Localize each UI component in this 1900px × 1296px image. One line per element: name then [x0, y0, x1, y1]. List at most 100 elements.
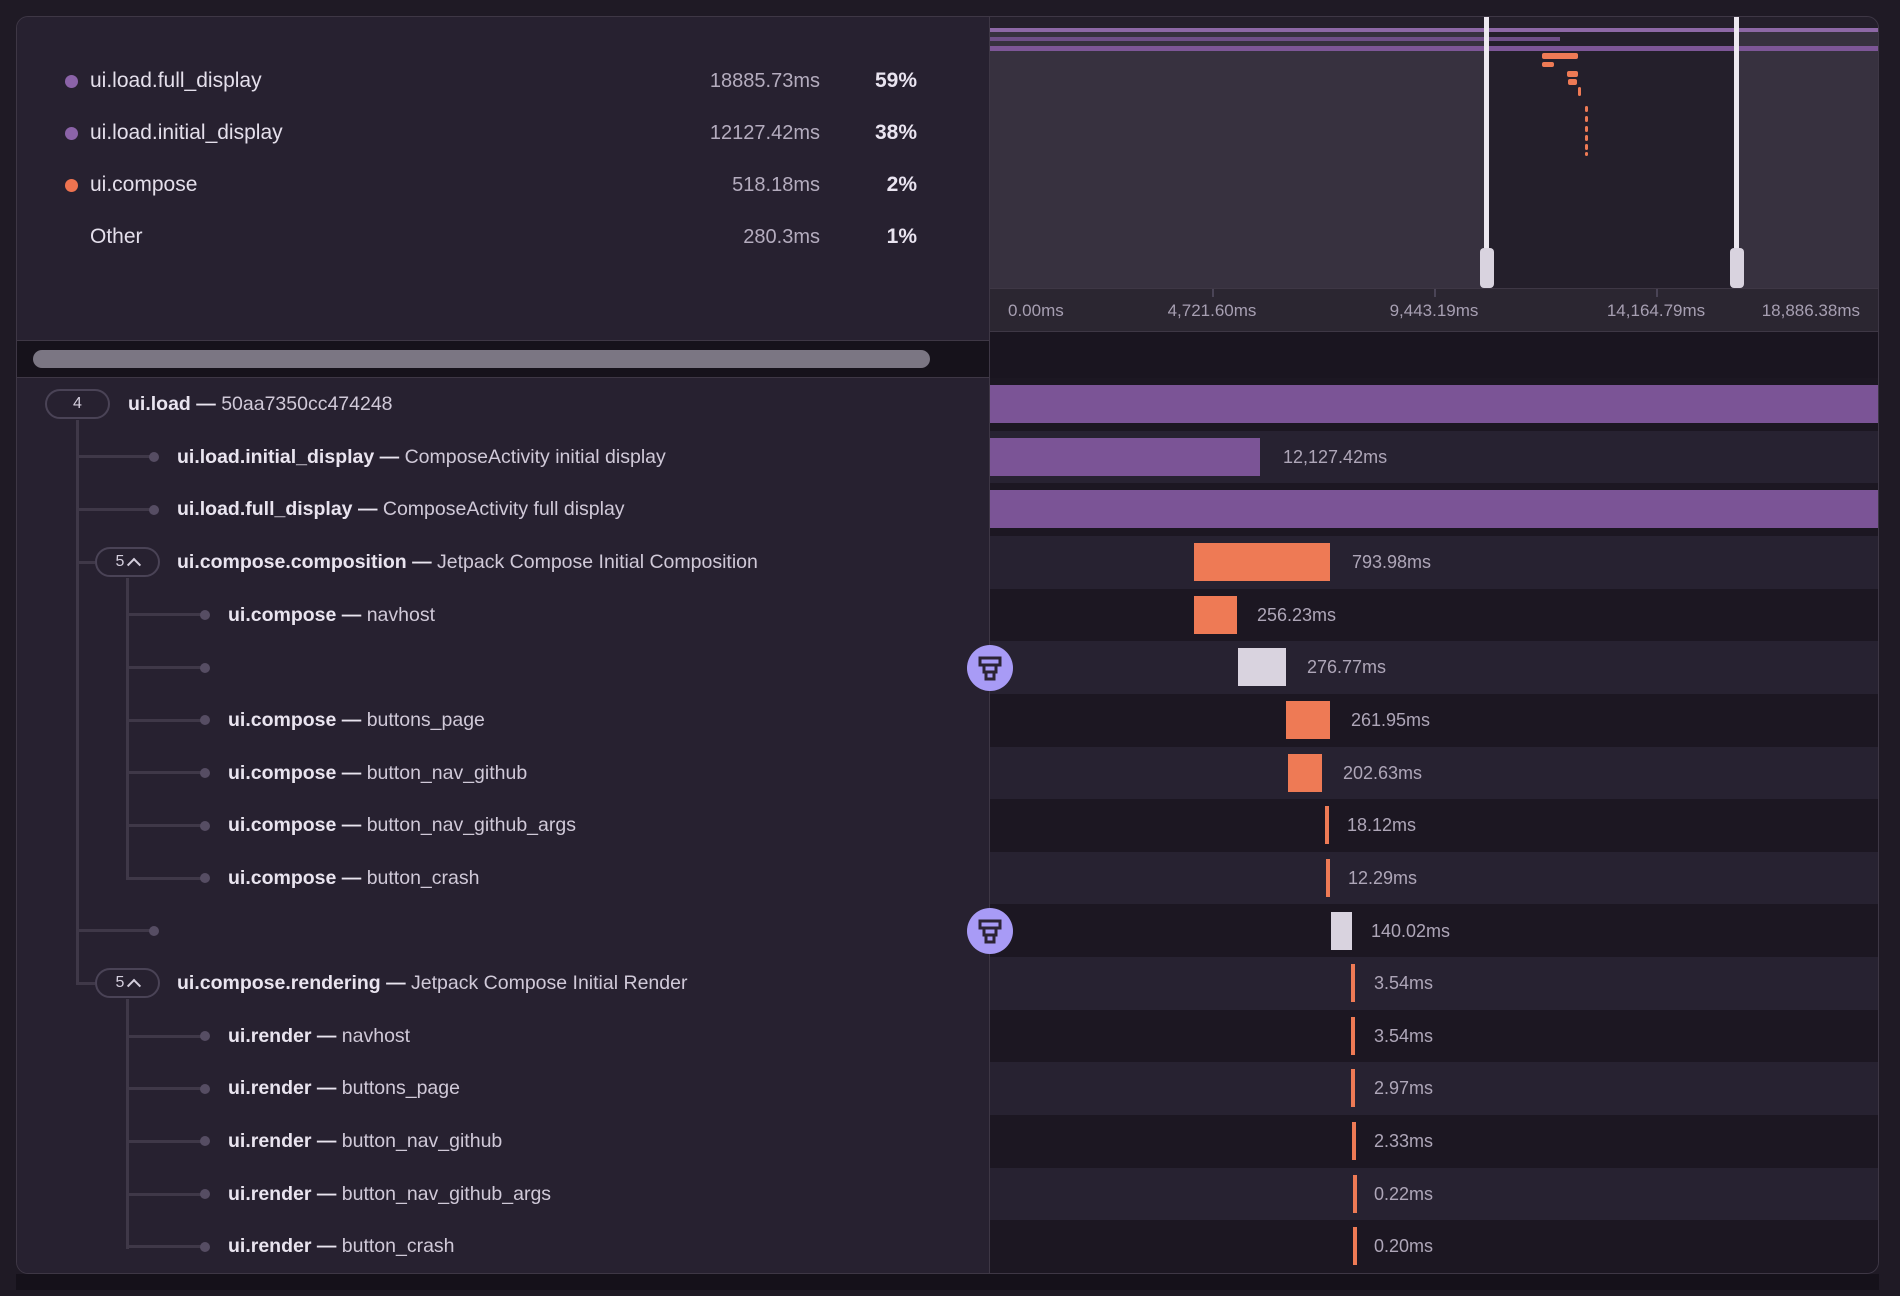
- tree-row[interactable]: 5ui.compose.rendering — Jetpack Compose …: [17, 957, 989, 1010]
- span-bar[interactable]: [1286, 701, 1330, 739]
- waterfall-row[interactable]: 0.22ms: [990, 1168, 1878, 1221]
- tree-node-dot: [200, 610, 210, 620]
- span-bar[interactable]: [1352, 1122, 1356, 1160]
- legend-item-label: ui.load.initial_display: [90, 107, 283, 159]
- span-description: button_nav_github_args: [342, 1183, 551, 1205]
- profile-icon-button[interactable]: [967, 908, 1013, 954]
- tree-connector-vertical: [76, 420, 79, 985]
- span-op: ui.load: [128, 393, 191, 415]
- span-tree-panel: 4ui.load — 50aa7350cc474248ui.load.initi…: [17, 378, 989, 1273]
- span-op: ui.compose: [228, 814, 336, 836]
- span-op: ui.compose: [228, 604, 336, 626]
- waterfall-row[interactable]: 2.33ms: [990, 1115, 1878, 1168]
- span-count: 5: [116, 974, 125, 992]
- viewport-handle-left-grip[interactable]: [1480, 248, 1494, 288]
- span-op: ui.render: [228, 1235, 311, 1257]
- waterfall-row[interactable]: 256.23ms: [990, 589, 1878, 642]
- dash-separator: —: [311, 1077, 341, 1099]
- tree-row[interactable]: 4ui.load — 50aa7350cc474248: [17, 378, 989, 431]
- waterfall-row[interactable]: 261.95ms: [990, 694, 1878, 747]
- horizontal-scrollbar[interactable]: [17, 340, 990, 378]
- span-duration-label: 3.54ms: [1374, 957, 1433, 1010]
- waterfall-row[interactable]: 3.54ms: [990, 957, 1878, 1010]
- legend-item-value: 12127.42ms: [710, 107, 820, 159]
- tree-connector: [127, 719, 201, 722]
- span-title: ui.load.full_display — ComposeActivity f…: [177, 483, 625, 536]
- span-bar[interactable]: [1326, 859, 1330, 897]
- span-bar[interactable]: [990, 385, 1878, 423]
- axis-label: 14,164.79ms: [1607, 289, 1705, 333]
- legend-item-percent: 2%: [887, 159, 917, 211]
- tree-row[interactable]: 5ui.compose.composition — Jetpack Compos…: [17, 536, 989, 589]
- legend-dot: [65, 75, 78, 88]
- span-title: ui.render — button_nav_github_args: [228, 1168, 551, 1221]
- span-description: ComposeActivity full display: [383, 498, 625, 520]
- minimap-cascade-bar: [1585, 152, 1588, 156]
- minimap-cascade-bar: [1585, 126, 1588, 132]
- scrollbar-thumb[interactable]: [33, 350, 930, 368]
- span-duration-label: 140.02ms: [1371, 905, 1450, 958]
- tree-node-dot: [200, 768, 210, 778]
- tree-connector: [77, 455, 150, 458]
- dash-separator: —: [353, 498, 383, 520]
- span-count-badge[interactable]: 4: [45, 389, 110, 419]
- minimap-cascade-bar: [1585, 144, 1588, 150]
- span-bar[interactable]: [1194, 543, 1330, 581]
- span-bar[interactable]: [1351, 1017, 1355, 1055]
- waterfall-row[interactable]: 18.12ms: [990, 799, 1878, 852]
- profile-icon-button[interactable]: [967, 645, 1013, 691]
- dash-separator: —: [311, 1235, 341, 1257]
- legend-dot: [65, 179, 78, 192]
- waterfall-row[interactable]: 12,127.42ms: [990, 431, 1878, 484]
- span-bar[interactable]: [1351, 964, 1355, 1002]
- waterfall-row[interactable]: 3.54ms: [990, 1010, 1878, 1063]
- waterfall-row[interactable]: 202.63ms: [990, 747, 1878, 800]
- tree-connector: [127, 771, 201, 774]
- axis-label: 0.00ms: [1008, 289, 1064, 333]
- waterfall-row[interactable]: 140.02ms: [990, 905, 1878, 958]
- dash-separator: —: [336, 814, 366, 836]
- trace-minimap[interactable]: [990, 17, 1878, 288]
- tree-node-dot: [149, 452, 159, 462]
- span-bar[interactable]: [1238, 648, 1286, 686]
- span-count-badge[interactable]: 5: [95, 968, 160, 998]
- waterfall-row[interactable]: 276.77ms: [990, 641, 1878, 694]
- span-description: button_nav_github_args: [367, 814, 576, 836]
- waterfall-row[interactable]: 793.98ms: [990, 536, 1878, 589]
- waterfall-row[interactable]: 2.97ms: [990, 1062, 1878, 1115]
- span-title: ui.render — navhost: [228, 1010, 410, 1063]
- span-bar[interactable]: [1353, 1227, 1357, 1265]
- span-op: ui.compose: [228, 762, 336, 784]
- tree-node-dot: [200, 1031, 210, 1041]
- span-op: ui.render: [228, 1130, 311, 1152]
- span-bar[interactable]: [1331, 912, 1352, 950]
- span-bar[interactable]: [1194, 596, 1237, 634]
- tree-node-dot: [200, 1189, 210, 1199]
- span-bar[interactable]: [990, 490, 1878, 528]
- span-count-badge[interactable]: 5: [95, 547, 160, 577]
- span-description: buttons_page: [342, 1077, 460, 1099]
- tree-row[interactable]: [17, 905, 989, 958]
- span-bar[interactable]: [1351, 1069, 1355, 1107]
- tree-row[interactable]: ui.load.full_display — ComposeActivity f…: [17, 483, 989, 536]
- minimap-cascade-bar: [1542, 53, 1578, 59]
- span-op: ui.load.initial_display: [177, 446, 374, 468]
- minimap-span-line: [990, 28, 1878, 32]
- span-bar[interactable]: [1325, 806, 1329, 844]
- span-description: button_nav_github: [342, 1130, 502, 1152]
- dash-separator: —: [311, 1183, 341, 1205]
- waterfall-row[interactable]: [990, 378, 1878, 431]
- waterfall-row[interactable]: [990, 483, 1878, 536]
- waterfall-row[interactable]: 0.20ms: [990, 1220, 1878, 1273]
- span-bar[interactable]: [990, 438, 1260, 476]
- legend-item-percent: 1%: [887, 211, 917, 263]
- legend-item-value: 18885.73ms: [710, 55, 820, 107]
- tree-connector: [127, 1035, 201, 1038]
- waterfall-row[interactable]: 12.29ms: [990, 852, 1878, 905]
- span-bar[interactable]: [1353, 1175, 1357, 1213]
- tree-row[interactable]: ui.load.initial_display — ComposeActivit…: [17, 431, 989, 484]
- tree-connector-vertical: [126, 578, 129, 880]
- viewport-handle-right-grip[interactable]: [1730, 248, 1744, 288]
- tree-connector: [127, 1193, 201, 1196]
- span-bar[interactable]: [1288, 754, 1322, 792]
